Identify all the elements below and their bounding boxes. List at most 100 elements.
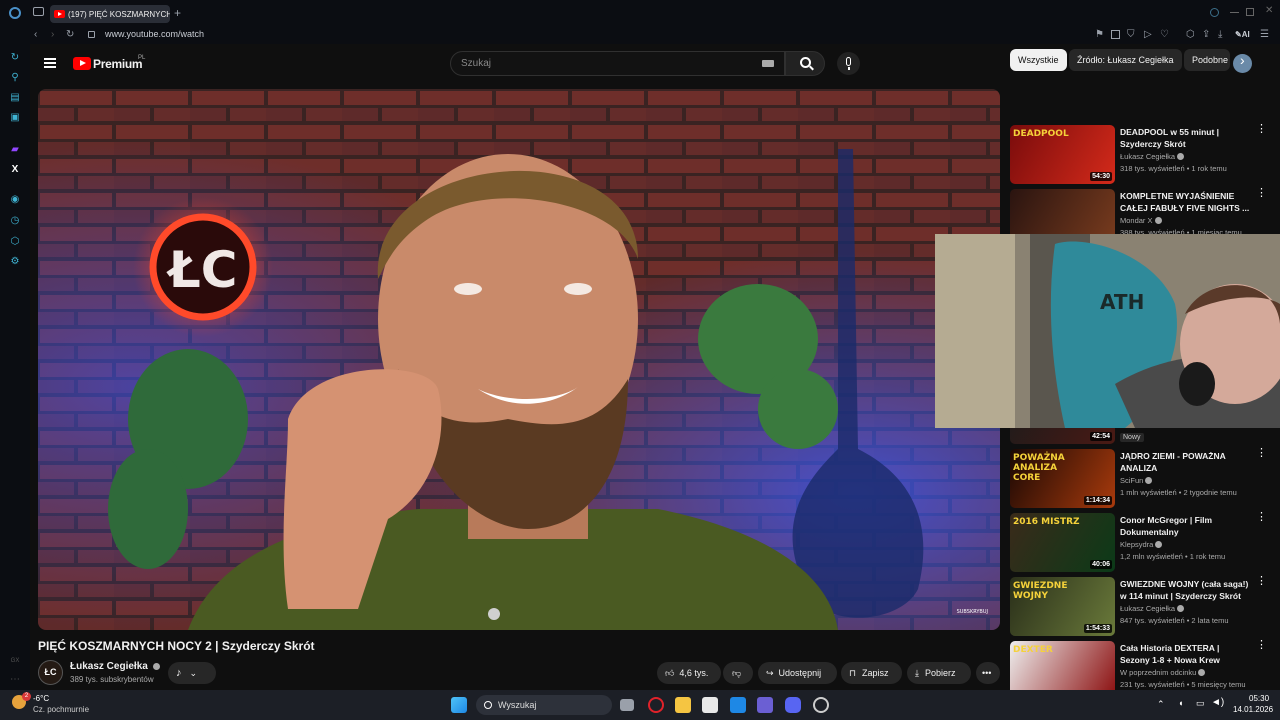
share-icon[interactable]: ⇪ <box>1202 29 1210 41</box>
volume-icon[interactable]: ◄) <box>1211 697 1224 708</box>
player-sidebar-icon[interactable]: ▣ <box>9 112 21 124</box>
chip-all[interactable]: Wszystkie <box>1010 49 1067 71</box>
more-vertical-icon[interactable]: ⋮ <box>1256 188 1267 205</box>
dislike-button[interactable]: 👎︎ <box>723 662 753 684</box>
recommendation-title[interactable]: Conor McGregor | Film Dokumentalny <box>1120 514 1250 538</box>
messenger-icon[interactable]: ▤ <box>9 92 21 104</box>
play-circle-icon[interactable]: ◉ <box>9 194 21 206</box>
minimize-icon[interactable] <box>1230 12 1239 13</box>
keyboard-icon[interactable] <box>762 60 774 67</box>
clock-time[interactable]: 05:30 <box>1249 694 1269 703</box>
recommendation-thumbnail[interactable]: POWAŻNA ANALIZA CORE 1:14:34 <box>1010 449 1115 508</box>
logo-text[interactable]: Premium <box>93 57 143 71</box>
download-button[interactable]: ⤓ Pobierz <box>907 662 971 684</box>
browser-logo-icon[interactable] <box>9 7 21 19</box>
extensions-sidebar-icon[interactable]: ⬡ <box>9 236 21 248</box>
close-icon[interactable]: ✕ <box>1265 5 1273 17</box>
twitch-icon[interactable]: ▰ <box>9 144 21 156</box>
weather-condition[interactable]: Cz. pochmurnie <box>33 705 89 714</box>
windows-start-icon[interactable] <box>451 697 467 713</box>
bookmark-icon[interactable]: ⚑ <box>1095 29 1104 41</box>
recommendation-item[interactable]: POWAŻNA ANALIZA CORE 1:14:34 JĄDRO ZIEMI -… <box>1010 448 1270 509</box>
recommendation-thumbnail[interactable]: 2016 MISTRZ 40:06 <box>1010 513 1115 572</box>
recommendation-thumbnail[interactable]: GWIEZDNE WOJNY 1:54:33 <box>1010 577 1115 636</box>
recommendation-title[interactable]: DEADPOOL w 55 minut | Szyderczy Skrót <box>1120 126 1250 150</box>
recommendation-item[interactable]: GWIEZDNE WOJNY 1:54:33 GWIEZDNE WOJNY (cał… <box>1010 576 1270 637</box>
search-box[interactable] <box>450 51 785 76</box>
recommendation-item[interactable]: DEADPOOL 54:30 DEADPOOL w 55 minut | Szyde… <box>1010 124 1270 185</box>
tab-youtube[interactable]: (197) PIĘĆ KOSZMARNYCH NOCY 2 | Szydercz… <box>50 5 170 23</box>
recommendation-channel[interactable]: W poprzednim odcinku <box>1120 668 1206 677</box>
voice-search-button[interactable] <box>837 52 860 75</box>
more-vertical-icon[interactable]: ⋮ <box>1256 512 1267 529</box>
reload-icon[interactable]: ↻ <box>66 29 74 41</box>
mail-icon[interactable] <box>730 697 746 713</box>
x-icon[interactable]: X <box>9 164 21 176</box>
tray-mic-icon[interactable]: ◖ <box>1178 698 1183 708</box>
recommendation-title[interactable]: JĄDRO ZIEMI - POWAŻNA ANALIZA <box>1120 450 1250 474</box>
maximize-icon[interactable] <box>1246 8 1254 16</box>
reload-sidebar-icon[interactable]: ↻ <box>9 52 21 64</box>
download-icon[interactable]: ⤓ <box>1218 29 1222 41</box>
chips-next-chevron-icon[interactable]: › <box>1240 52 1245 68</box>
screenshot-icon[interactable] <box>1111 30 1120 39</box>
ai-button[interactable]: ✎AI <box>1235 29 1250 41</box>
guide-menu-icon[interactable] <box>44 58 56 68</box>
discord-icon[interactable] <box>785 697 801 713</box>
weather-temperature[interactable]: -6°C <box>33 694 49 703</box>
recommendation-channel[interactable]: Łukasz Cegiełka <box>1120 152 1185 161</box>
recommendation-channel[interactable]: Łukasz Cegiełka <box>1120 604 1185 613</box>
chip-related[interactable]: Podobne <box>1184 49 1230 71</box>
more-sidebar-icon[interactable]: ⋯ <box>9 674 21 686</box>
channel-avatar[interactable]: ŁC <box>38 660 63 685</box>
opera-gx-taskbar-icon[interactable] <box>648 697 664 713</box>
channel-name-row[interactable]: Łukasz Cegiełka <box>70 661 160 672</box>
task-view-icon[interactable] <box>620 699 634 711</box>
wallet-icon[interactable]: ⚲ <box>9 72 21 84</box>
shield-icon[interactable]: ⛉ <box>1127 29 1135 41</box>
clock-date[interactable]: 14.01.2026 <box>1233 705 1273 714</box>
recommendation-title[interactable]: KOMPLETNE WYJAŚNIENIE CAŁEJ FABUŁY FIVE … <box>1120 190 1250 214</box>
player-icon[interactable]: ▷ <box>1144 29 1152 41</box>
address-url[interactable]: www.youtube.com/watch <box>105 29 204 39</box>
search-input[interactable] <box>451 52 731 75</box>
network-icon[interactable]: ▭ <box>1196 698 1205 709</box>
search-tabs-icon[interactable] <box>1210 8 1219 17</box>
store-icon[interactable] <box>702 697 718 713</box>
more-vertical-icon[interactable]: ⋮ <box>1256 640 1267 657</box>
teams-icon[interactable] <box>757 697 773 713</box>
subscribed-notifications-button[interactable]: ♪ ⌄ <box>168 662 216 684</box>
tray-chevron-icon[interactable]: ⌃ <box>1157 699 1165 710</box>
search-button[interactable] <box>785 51 825 76</box>
recommendation-item[interactable]: 2016 MISTRZ 40:06 Conor McGregor | Film Do… <box>1010 512 1270 573</box>
recommendation-title[interactable]: GWIEZDNE WOJNY (cała saga!) w 114 minut … <box>1120 578 1250 602</box>
like-button[interactable]: 👍︎ 4,6 tys. <box>657 662 721 684</box>
recommendation-channel[interactable]: Mondar X <box>1120 216 1162 225</box>
channel-name[interactable]: Łukasz Cegiełka <box>70 661 148 672</box>
more-vertical-icon[interactable]: ⋮ <box>1256 448 1267 465</box>
heart-icon[interactable]: ♡ <box>1160 29 1169 41</box>
video-player[interactable]: ŁC SUBSKRYBUJ <box>38 89 1000 630</box>
new-tab-button[interactable]: + <box>174 7 181 19</box>
tab-overview-icon[interactable] <box>33 7 44 16</box>
more-vertical-icon[interactable]: ⋮ <box>1256 576 1267 593</box>
menu-icon[interactable]: ☰ <box>1260 29 1269 41</box>
app-extra-icon[interactable] <box>813 697 829 713</box>
save-button[interactable]: ⊓ Zapisz <box>841 662 902 684</box>
recommendation-title[interactable]: Cała Historia DEXTERA | Sezony 1-8 + Now… <box>1120 642 1250 666</box>
history-icon[interactable]: ◷ <box>9 215 21 227</box>
recommendation-thumbnail[interactable]: DEADPOOL 54:30 <box>1010 125 1115 184</box>
back-icon[interactable]: ‹ <box>34 29 37 41</box>
settings-icon[interactable]: ⚙ <box>9 256 21 268</box>
youtube-logo-icon[interactable] <box>73 57 91 70</box>
taskbar-search-box[interactable]: Wyszukaj <box>476 695 612 715</box>
share-button[interactable]: ↪ Udostępnij <box>758 662 837 684</box>
more-vertical-icon[interactable]: ⋮ <box>1256 124 1267 141</box>
more-actions-button[interactable]: ••• <box>976 662 1000 684</box>
gx-icon[interactable]: GX <box>9 655 21 667</box>
recommendation-channel[interactable]: SciFun <box>1120 476 1153 485</box>
forward-icon[interactable]: › <box>51 29 54 41</box>
file-explorer-icon[interactable] <box>675 697 691 713</box>
recommendation-channel[interactable]: Klepsydra <box>1120 540 1163 549</box>
extensions-icon[interactable]: ⬡ <box>1186 29 1195 41</box>
